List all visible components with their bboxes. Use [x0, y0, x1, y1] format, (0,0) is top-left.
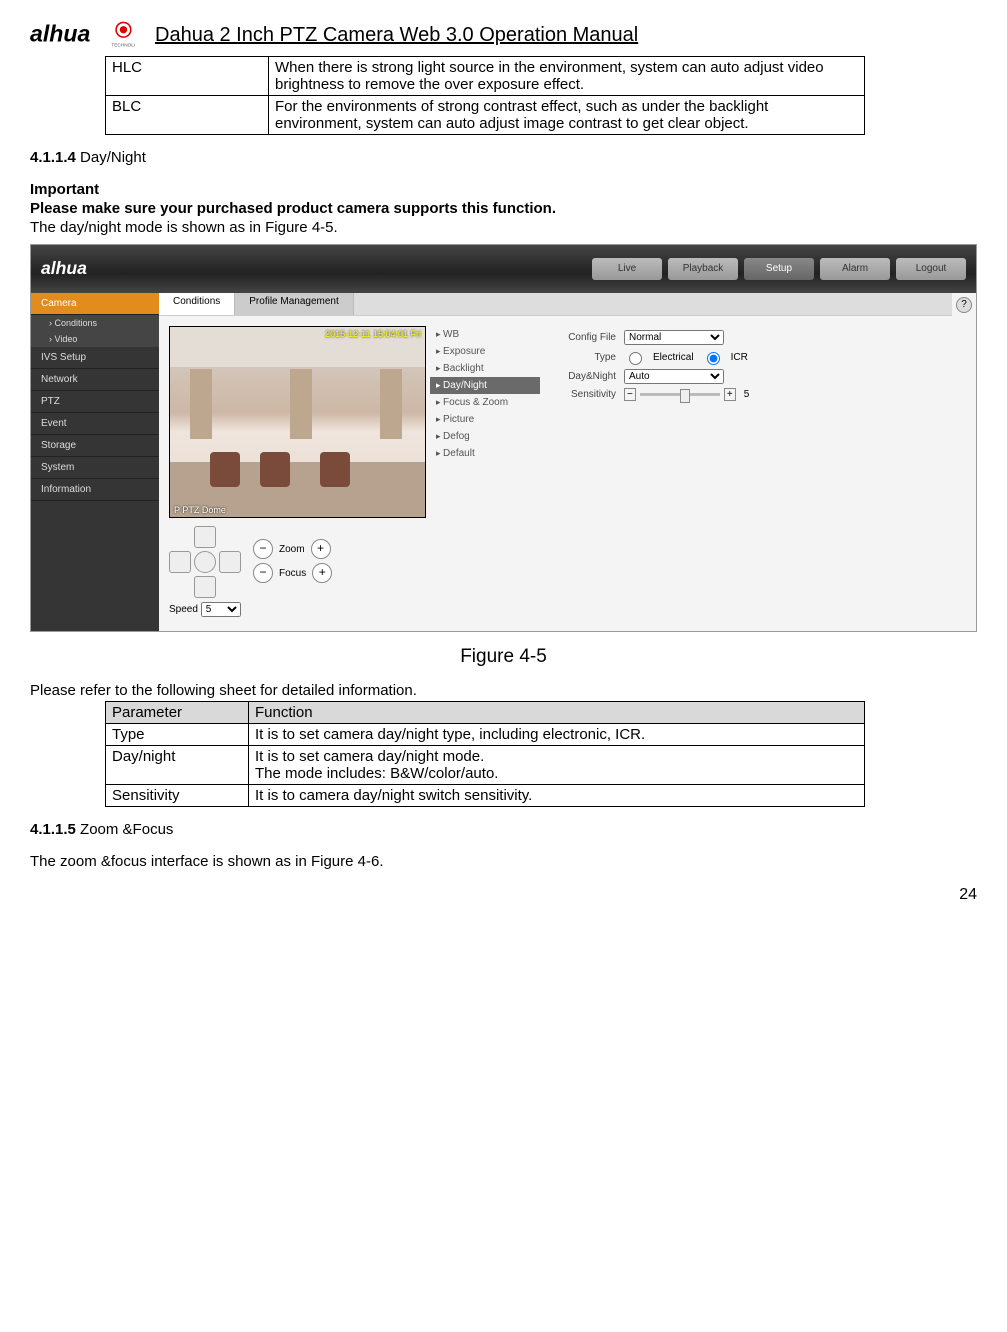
page-header: alhua TECHNOLOGY Dahua 2 Inch PTZ Camera… [30, 20, 977, 50]
timestamp-overlay: 2015-12-11 15:04:01 Fri [325, 329, 421, 339]
menu-backlight[interactable]: Backlight [430, 360, 540, 377]
svg-text:TECHNOLOGY: TECHNOLOGY [111, 43, 135, 49]
top-nav-tabs: Live Playback Setup Alarm Logout [592, 258, 966, 280]
section-desc: The day/night mode is shown as in Figure… [30, 219, 977, 236]
sidebar-sub-video[interactable]: › Video [31, 331, 159, 347]
config-file-select[interactable]: Normal [624, 330, 724, 345]
table-row: BLC For the environments of strong contr… [106, 96, 865, 135]
focus-in-button[interactable]: + [312, 563, 332, 583]
preview-panel: 2015-12-11 15:04:01 Fri P PTZ Dome [169, 326, 424, 617]
dpad-down[interactable] [194, 576, 216, 598]
sidebar: Camera › Conditions › Video IVS Setup Ne… [31, 293, 159, 631]
speed-select[interactable]: 5 [201, 602, 241, 617]
focus-out-button[interactable]: − [253, 563, 273, 583]
menu-defog[interactable]: Defog [430, 428, 540, 445]
sidebar-item-event[interactable]: Event [31, 413, 159, 435]
menu-wb[interactable]: WB [430, 326, 540, 343]
help-icon[interactable]: ? [956, 297, 972, 313]
section-desc: The zoom &focus interface is shown as in… [30, 853, 977, 870]
settings-form: Config File Normal Type Electrical ICR D… [546, 326, 942, 617]
figure-caption: Figure 4-5 [30, 646, 977, 668]
sidebar-item-camera[interactable]: Camera [31, 293, 159, 315]
alhua-logo-small: alhua [41, 258, 121, 280]
warning-text: Please make sure your purchased product … [30, 200, 977, 217]
dpad-center[interactable] [194, 551, 216, 573]
dpad-left[interactable] [169, 551, 191, 573]
tab-logout[interactable]: Logout [896, 258, 966, 280]
type-radio-icr[interactable] [707, 352, 720, 365]
menu-default[interactable]: Default [430, 445, 540, 462]
daynight-param-table: Parameter Function Type It is to set cam… [105, 701, 865, 807]
dpad-right[interactable] [219, 551, 241, 573]
sidebar-item-ivs[interactable]: IVS Setup [31, 347, 159, 369]
type-radio-electrical[interactable] [629, 352, 642, 365]
table-row: HLC When there is strong light source in… [106, 57, 865, 96]
section-heading: 4.1.1.4 Day/Night [30, 149, 977, 166]
ptz-dome-label: P PTZ Dome [174, 505, 226, 515]
menu-exposure[interactable]: Exposure [430, 343, 540, 360]
sidebar-item-information[interactable]: Information [31, 479, 159, 501]
hlc-blc-table: HLC When there is strong light source in… [105, 56, 865, 135]
config-file-label: Config File [546, 332, 616, 343]
tab-playback[interactable]: Playback [668, 258, 738, 280]
zoom-out-button[interactable]: − [253, 539, 273, 559]
sidebar-sub-conditions[interactable]: › Conditions [31, 315, 159, 331]
tab-live[interactable]: Live [592, 258, 662, 280]
menu-daynight[interactable]: Day/Night [430, 377, 540, 394]
page-number: 24 [30, 886, 977, 904]
sidebar-item-storage[interactable]: Storage [31, 435, 159, 457]
speed-control: Speed 5 [169, 602, 424, 617]
zoom-in-button[interactable]: + [311, 539, 331, 559]
table-row: Sensitivity It is to camera day/night sw… [106, 785, 865, 807]
sensitivity-slider[interactable]: − + [624, 388, 736, 401]
sensitivity-label: Sensitivity [546, 389, 616, 400]
sidebar-item-system[interactable]: System [31, 457, 159, 479]
tab-setup[interactable]: Setup [744, 258, 814, 280]
camera-preview: 2015-12-11 15:04:01 Fri P PTZ Dome [169, 326, 426, 518]
subtab-conditions[interactable]: Conditions [159, 293, 235, 315]
subtab-profile-mgmt[interactable]: Profile Management [235, 293, 354, 315]
menu-focuszoom[interactable]: Focus & Zoom [430, 394, 540, 411]
sidebar-item-network[interactable]: Network [31, 369, 159, 391]
svg-text:alhua: alhua [41, 258, 87, 278]
svg-text:alhua: alhua [30, 20, 90, 46]
table-row: Day/night It is to set camera day/night … [106, 746, 865, 785]
manual-title: Dahua 2 Inch PTZ Camera Web 3.0 Operatio… [155, 24, 638, 47]
type-label: Type [546, 352, 616, 363]
sidebar-item-ptz[interactable]: PTZ [31, 391, 159, 413]
tab-alarm[interactable]: Alarm [820, 258, 890, 280]
dpad-up[interactable] [194, 526, 216, 548]
settings-menu: WB Exposure Backlight Day/Night Focus & … [430, 326, 540, 617]
ptz-dpad [169, 526, 239, 596]
table-row: Type It is to set camera day/night type,… [106, 724, 865, 746]
section-heading: 4.1.1.5 Zoom &Focus [30, 821, 977, 838]
alhua-logo: alhua TECHNOLOGY [30, 20, 135, 50]
ui-screenshot-figure: alhua Live Playback Setup Alarm Logout C… [30, 244, 977, 632]
daynight-select[interactable]: Auto [624, 369, 724, 384]
important-label: Important [30, 181, 977, 198]
refer-text: Please refer to the following sheet for … [30, 682, 977, 699]
menu-picture[interactable]: Picture [430, 411, 540, 428]
daynight-label: Day&Night [546, 371, 616, 382]
